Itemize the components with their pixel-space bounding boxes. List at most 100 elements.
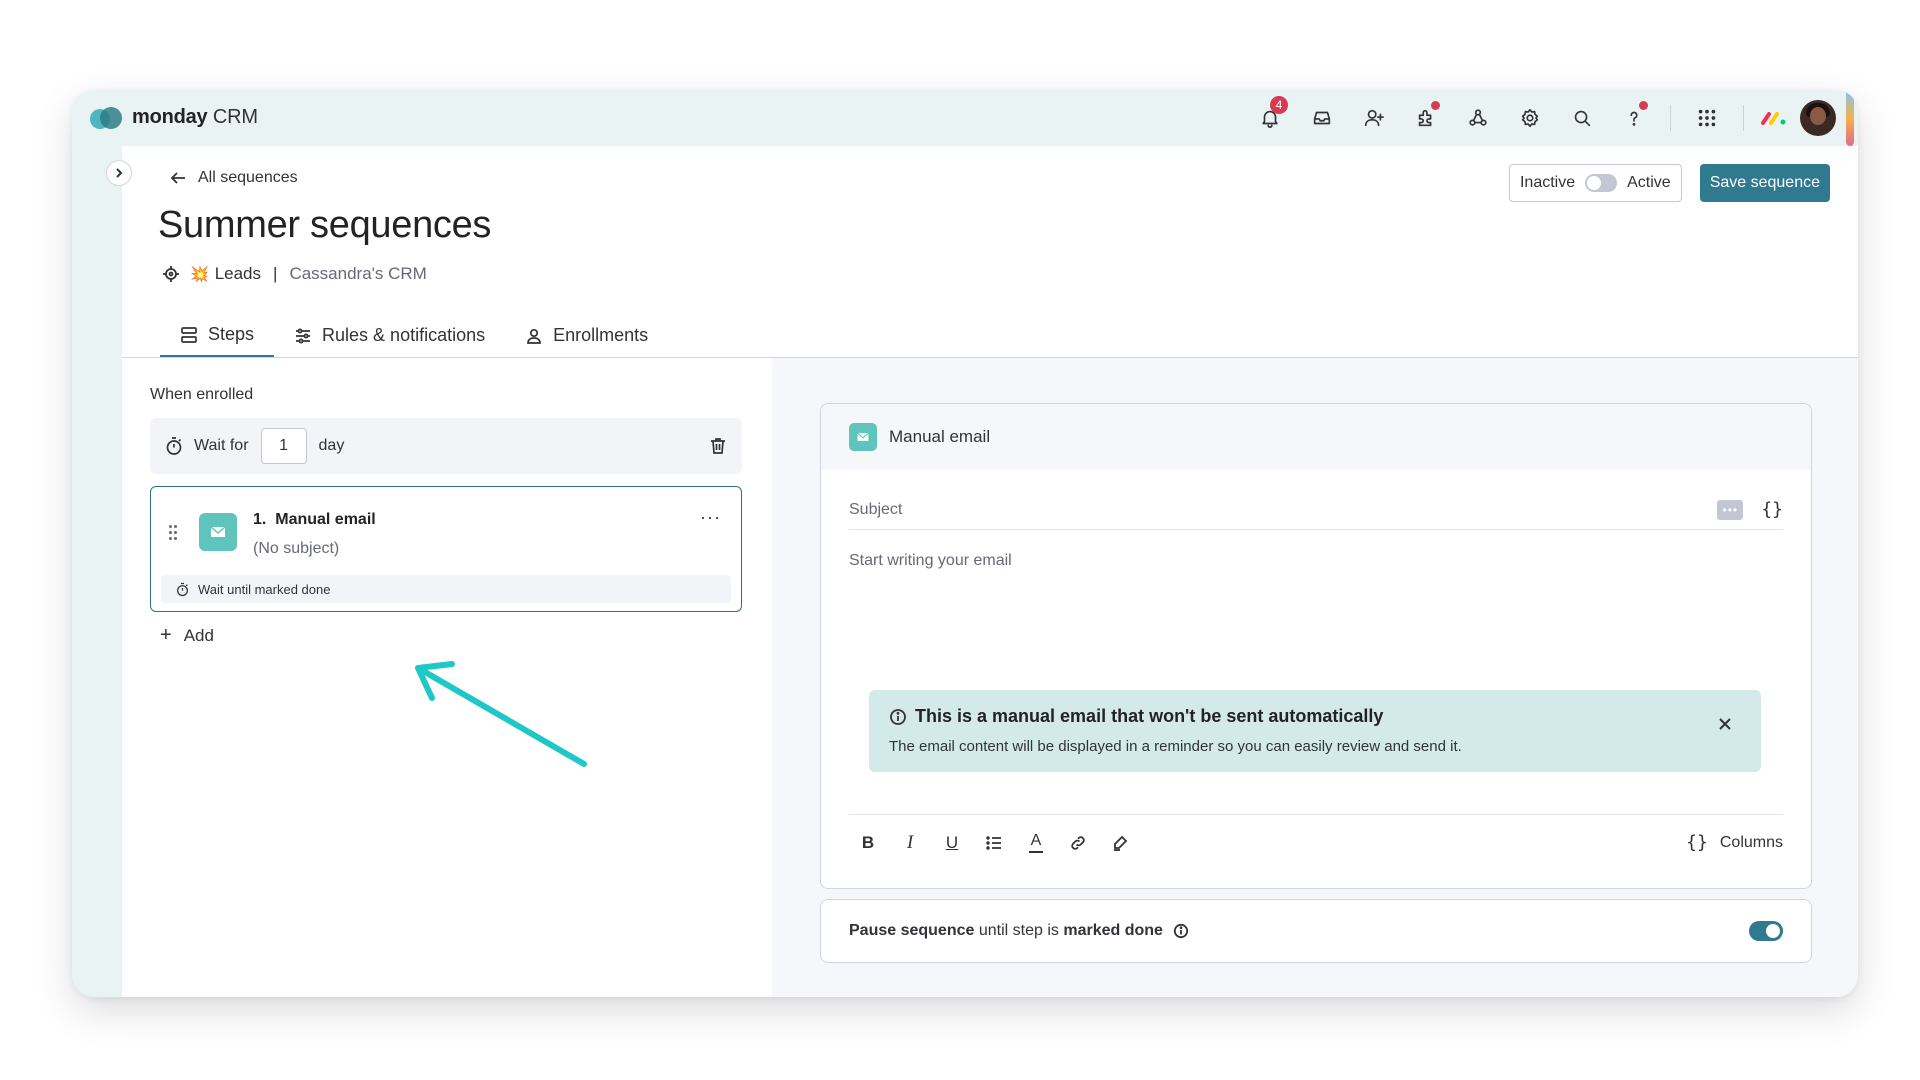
underline-button[interactable]: U	[933, 824, 971, 862]
tabs: Steps Rules & notifications Enrollments	[160, 314, 668, 357]
brand[interactable]: monday CRM	[90, 106, 258, 129]
active-switch[interactable]	[1585, 174, 1618, 192]
grid-icon	[1698, 109, 1716, 127]
header-actions: Inactive Active Save sequence	[1508, 164, 1830, 202]
back-label: All sequences	[198, 169, 298, 186]
add-label: Add	[183, 625, 214, 645]
pause-label-1: Pause sequence	[849, 922, 975, 939]
italic-button[interactable]: I	[891, 824, 929, 862]
board-name[interactable]: Leads	[215, 264, 261, 284]
pause-label-3: marked done	[1063, 922, 1163, 939]
back-to-sequences-link[interactable]: All sequences	[168, 168, 298, 188]
close-icon	[1719, 718, 1731, 730]
format-toolbar: B I U A {} Columns	[849, 814, 1783, 870]
tab-steps[interactable]: Steps	[160, 314, 275, 357]
list-icon	[986, 835, 1001, 850]
sliders-icon	[296, 328, 311, 343]
info-banner-title: This is a manual email that won't be sen…	[889, 706, 1383, 727]
wait-unit: day	[318, 437, 345, 454]
search-button[interactable]	[1556, 98, 1608, 138]
top-bar: monday CRM 4	[72, 90, 1858, 146]
tab-rules-notifications[interactable]: Rules & notifications	[274, 314, 505, 357]
app-window: monday CRM 4 All sequences Summer sequen…	[72, 90, 1858, 997]
link-button[interactable]	[1059, 824, 1097, 862]
plus-icon: +	[160, 624, 172, 646]
inbox-button[interactable]	[1296, 98, 1348, 138]
tab-label: Rules & notifications	[322, 325, 486, 345]
arrow-left-icon	[170, 172, 185, 184]
brand-name: monday CRM	[132, 106, 258, 128]
topbar-divider	[1670, 105, 1671, 131]
invite-user-icon	[1364, 109, 1384, 127]
wait-condition-label: Wait until marked done	[198, 581, 331, 597]
info-banner-description: The email content will be displayed in a…	[889, 738, 1462, 755]
integrations-button[interactable]	[1452, 98, 1504, 138]
email-editor-title: Manual email	[889, 427, 991, 446]
marker-icon	[1114, 835, 1128, 851]
workspace-name[interactable]: Cassandra's CRM	[289, 264, 426, 284]
email-body-input[interactable]: Start writing your email	[849, 552, 1012, 570]
close-banner-button[interactable]	[1717, 716, 1737, 736]
help-dot	[1639, 101, 1648, 110]
link-icon	[1071, 835, 1085, 850]
page-title[interactable]: Summer sequences	[158, 204, 491, 247]
inactive-label: Inactive	[1519, 174, 1576, 191]
wait-days-input[interactable]	[260, 428, 307, 464]
stopwatch-icon	[176, 582, 189, 596]
apps-dot	[1431, 101, 1440, 110]
text-color-button[interactable]: A	[1017, 824, 1055, 862]
search-icon	[1574, 110, 1591, 127]
monday-mark-icon[interactable]	[1754, 102, 1794, 134]
step-card-manual-email[interactable]: 1. Manual email (No subject) ··· Wait un…	[150, 486, 742, 612]
trash-icon[interactable]	[708, 436, 728, 456]
subject-input[interactable]: Subject ••• {}	[849, 490, 1783, 530]
person-icon	[527, 328, 541, 344]
info-icon[interactable]	[1173, 923, 1189, 939]
email-editor-card: Manual email Subject ••• {} Start writin…	[820, 403, 1812, 889]
pause-toggle[interactable]	[1749, 921, 1783, 941]
help-button[interactable]	[1608, 98, 1660, 138]
avatar[interactable]	[1800, 100, 1836, 136]
email-icon	[199, 513, 237, 551]
gear-icon	[1521, 108, 1539, 128]
inbox-icon	[1313, 111, 1331, 125]
topbar-divider-2	[1743, 105, 1744, 131]
subject-tools: ••• {}	[1717, 499, 1783, 520]
board-emoji: 💥	[190, 266, 209, 283]
more-options-icon[interactable]: •••	[1717, 499, 1744, 520]
bold-button[interactable]: B	[849, 824, 887, 862]
step-subject: (No subject)	[253, 540, 340, 557]
board-meta: 💥 Leads | Cassandra's CRM	[162, 264, 427, 284]
settings-button[interactable]	[1504, 98, 1556, 138]
wait-step: Wait for day	[150, 418, 742, 474]
insert-variable-button[interactable]: {}	[1761, 499, 1783, 520]
highlight-button[interactable]	[1101, 824, 1139, 862]
email-editor-header: Manual email	[821, 404, 1811, 470]
step-title: 1. Manual email	[253, 511, 376, 528]
help-icon	[1630, 111, 1638, 126]
tab-enrollments[interactable]: Enrollments	[505, 314, 668, 357]
bullet-list-button[interactable]	[975, 824, 1013, 862]
subject-placeholder: Subject	[849, 500, 903, 518]
invite-members-button[interactable]	[1348, 98, 1400, 138]
steps-icon	[181, 326, 197, 343]
wait-prefix: Wait for	[194, 437, 249, 454]
when-enrolled-label: When enrolled	[150, 386, 254, 403]
scroll-strip	[1846, 90, 1854, 146]
tab-label: Steps	[208, 324, 255, 344]
apps-button[interactable]	[1400, 98, 1452, 138]
notifications-button[interactable]: 4	[1244, 96, 1296, 138]
columns-button[interactable]: {} Columns	[1686, 832, 1783, 853]
meta-separator: |	[273, 264, 278, 283]
chevron-right-icon	[116, 168, 123, 178]
add-step-button[interactable]: + Add	[160, 624, 214, 647]
top-icons: 4	[1244, 96, 1836, 138]
product-switcher-button[interactable]	[1681, 98, 1733, 138]
step-wait-condition: Wait until marked done	[161, 575, 731, 603]
drag-handle-icon[interactable]	[169, 525, 179, 545]
stopwatch-icon	[166, 437, 182, 455]
expand-sidebar-button[interactable]	[106, 160, 132, 186]
step-more-button[interactable]: ···	[700, 507, 721, 528]
email-icon	[849, 423, 877, 451]
save-sequence-button[interactable]: Save sequence	[1699, 164, 1830, 202]
